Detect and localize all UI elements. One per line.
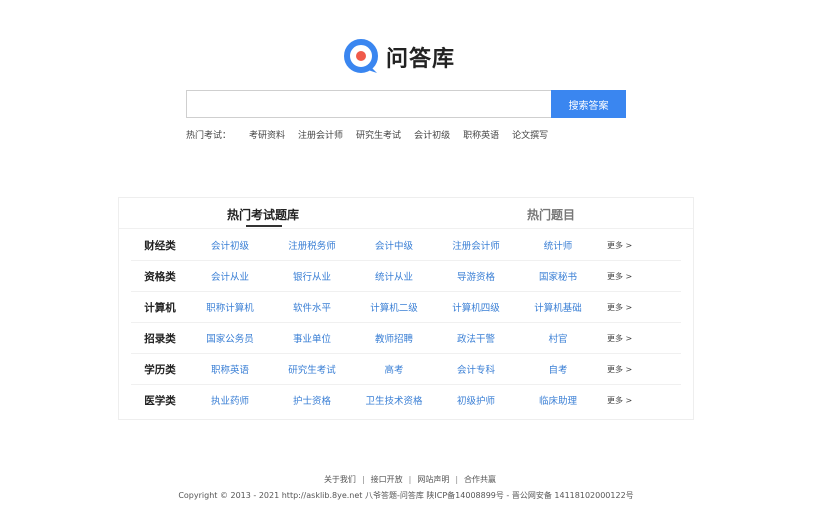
category-link[interactable]: 计算机基础: [517, 300, 599, 314]
category-link[interactable]: 会计专科: [435, 362, 517, 376]
category-link[interactable]: 职称计算机: [189, 300, 271, 314]
category-link[interactable]: 执业药师: [189, 393, 271, 407]
category-link[interactable]: 村官: [517, 331, 599, 345]
category-link[interactable]: 导游资格: [435, 269, 517, 283]
category-link[interactable]: 会计初级: [189, 238, 271, 252]
more-link[interactable]: 更多 >: [607, 364, 632, 375]
site-logo[interactable]: 问答库: [344, 38, 455, 76]
hot-search-link[interactable]: 职称英语: [463, 128, 499, 141]
category-link[interactable]: 国家秘书: [517, 269, 599, 283]
category-row: 招录类 国家公务员 事业单位 教师招聘 政法干警 村官 更多 >: [131, 323, 681, 354]
hot-search-label: 热门考试：: [186, 131, 232, 141]
category-link[interactable]: 统计师: [517, 238, 599, 252]
category-row: 财经类 会计初级 注册税务师 会计中级 注册会计师 统计师 更多 >: [131, 230, 681, 261]
category-link[interactable]: 会计中级: [353, 238, 435, 252]
more-link[interactable]: 更多 >: [607, 302, 632, 313]
category-link[interactable]: 注册会计师: [435, 238, 517, 252]
category-link[interactable]: 银行从业: [271, 269, 353, 283]
category-link[interactable]: 研究生考试: [271, 362, 353, 376]
category-list: 财经类 会计初级 注册税务师 会计中级 注册会计师 统计师 更多 > 资格类 会…: [131, 230, 681, 415]
hot-search-link[interactable]: 论文撰写: [512, 128, 548, 141]
more-link[interactable]: 更多 >: [607, 333, 632, 344]
hot-search-row: 热门考试： 考研资料 注册会计师 研究生考试 会计初级 职称英语 论文撰写: [186, 128, 561, 141]
category-row: 计算机 职称计算机 软件水平 计算机二级 计算机四级 计算机基础 更多 >: [131, 292, 681, 323]
category-link[interactable]: 计算机四级: [435, 300, 517, 314]
tab-active-underline: [246, 225, 282, 227]
footer-link-cooperation[interactable]: 合作共赢: [464, 475, 496, 484]
category-link[interactable]: 职称英语: [189, 362, 271, 376]
category-link[interactable]: 高考: [353, 362, 435, 376]
copyright-text: Copyright © 2013 - 2021 http://asklib.8y…: [178, 491, 634, 500]
category-row: 资格类 会计从业 银行从业 统计从业 导游资格 国家秘书 更多 >: [131, 261, 681, 292]
category-name: 财经类: [144, 239, 176, 252]
category-name: 计算机: [144, 301, 176, 314]
category-link[interactable]: 卫生技术资格: [353, 393, 435, 407]
category-link[interactable]: 会计从业: [189, 269, 271, 283]
category-name: 医学类: [144, 394, 176, 407]
category-row: 医学类 执业药师 护士资格 卫生技术资格 初级护师 临床助理 更多 >: [131, 385, 681, 415]
category-name: 资格类: [144, 270, 176, 283]
tab-divider: [119, 228, 693, 229]
logo-text: 问答库: [386, 47, 456, 72]
footer-link-api[interactable]: 接口开放: [371, 475, 403, 484]
category-link[interactable]: 初级护师: [435, 393, 517, 407]
footer-separator: |: [408, 475, 412, 484]
more-link[interactable]: 更多 >: [607, 271, 632, 282]
more-link[interactable]: 更多 >: [607, 240, 632, 251]
footer-links: 关于我们 | 接口开放 | 网站声明 | 合作共赢: [0, 474, 820, 485]
category-link[interactable]: 软件水平: [271, 300, 353, 314]
hot-search-link[interactable]: 研究生考试: [356, 128, 401, 141]
category-name: 学历类: [144, 363, 176, 376]
footer-separator: |: [361, 475, 365, 484]
more-link[interactable]: 更多 >: [607, 395, 632, 406]
search-button[interactable]: 搜索答案: [551, 90, 626, 118]
category-link[interactable]: 计算机二级: [353, 300, 435, 314]
category-link[interactable]: 国家公务员: [189, 331, 271, 345]
hot-search-link[interactable]: 考研资料: [249, 128, 285, 141]
category-link[interactable]: 注册税务师: [271, 238, 353, 252]
search-input[interactable]: [186, 90, 551, 118]
tab-hot-exams[interactable]: 热门考试题库: [227, 206, 299, 223]
footer-link-about[interactable]: 关于我们: [324, 475, 356, 484]
category-link[interactable]: 政法干警: [435, 331, 517, 345]
category-row: 学历类 职称英语 研究生考试 高考 会计专科 自考 更多 >: [131, 354, 681, 385]
logo-q-icon: [344, 39, 380, 75]
category-link[interactable]: 临床助理: [517, 393, 599, 407]
category-name: 招录类: [144, 332, 176, 345]
category-link[interactable]: 统计从业: [353, 269, 435, 283]
footer-link-statement[interactable]: 网站声明: [417, 475, 449, 484]
category-link[interactable]: 教师招聘: [353, 331, 435, 345]
category-link[interactable]: 自考: [517, 362, 599, 376]
hot-search-link[interactable]: 注册会计师: [298, 128, 343, 141]
category-link[interactable]: 护士资格: [271, 393, 353, 407]
tab-hot-questions[interactable]: 热门题目: [527, 206, 575, 223]
footer-separator: |: [455, 475, 459, 484]
hot-search-link[interactable]: 会计初级: [414, 128, 450, 141]
exam-panel: 热门考试题库 热门题目 财经类 会计初级 注册税务师 会计中级 注册会计师 统计…: [118, 197, 694, 420]
category-link[interactable]: 事业单位: [271, 331, 353, 345]
